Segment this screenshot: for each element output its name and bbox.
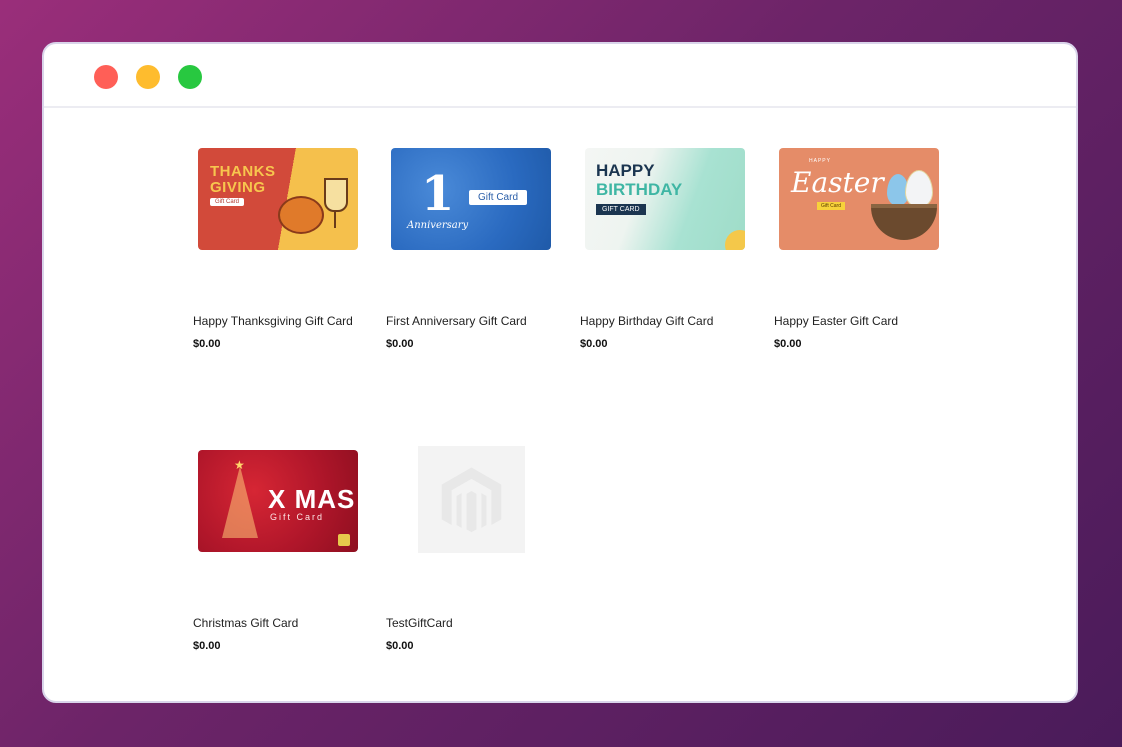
product-price: $0.00 (386, 640, 414, 652)
product-name-link[interactable]: TestGiftCard (386, 616, 453, 630)
window-titlebar (44, 44, 1076, 108)
card-line2-text: BIRTHDAY (596, 180, 683, 199)
card-tag-text: Gift Card (817, 202, 846, 210)
close-window-button[interactable] (94, 65, 118, 89)
gift-box-icon (338, 534, 350, 546)
nest-icon (871, 204, 937, 240)
product-name-link[interactable]: First Anniversary Gift Card (386, 314, 527, 328)
card-title-text: X MAS (268, 484, 356, 514)
product-price: $0.00 (193, 338, 221, 350)
wine-glass-stem-icon (334, 210, 336, 228)
card-small-text: HAPPY (809, 158, 831, 164)
pumpkin-icon (278, 196, 324, 234)
star-icon: ★ (234, 458, 245, 472)
product-name-link[interactable]: Happy Birthday Gift Card (580, 314, 713, 328)
card-sub-text: Anniversary (407, 220, 469, 231)
card-tag-text: Gift Card (210, 198, 245, 206)
card-line1-text: HAPPY (596, 161, 655, 180)
product-price: $0.00 (386, 338, 414, 350)
wine-glass-icon (324, 178, 348, 212)
easter-egg-icon (905, 170, 933, 208)
product-price: $0.00 (193, 640, 221, 652)
christmas-tree-icon (222, 466, 258, 538)
card-tag-text: GIFT CARD (596, 204, 646, 215)
anniversary-gift-card-image[interactable]: 1 Anniversary Gift Card (391, 148, 551, 250)
decorative-corner-icon (725, 230, 745, 250)
magento-logo-placeholder-icon (441, 467, 502, 533)
product-name-link[interactable]: Happy Easter Gift Card (774, 314, 898, 328)
card-title-text: THANKS GIVING (210, 163, 276, 196)
card-tag-text: Gift Card (270, 512, 325, 522)
product-name-link[interactable]: Christmas Gift Card (193, 616, 298, 630)
christmas-gift-card-image[interactable]: ★ X MAS Gift Card (198, 450, 358, 552)
thanksgiving-gift-card-image[interactable]: THANKS GIVING Gift Card (198, 148, 358, 250)
placeholder-product-image[interactable] (418, 446, 525, 553)
minimize-window-button[interactable] (136, 65, 160, 89)
browser-window: THANKS GIVING Gift Card Happy Thanksgivi… (42, 42, 1078, 703)
card-title-text: Easter (791, 166, 884, 199)
product-name-link[interactable]: Happy Thanksgiving Gift Card (193, 314, 353, 328)
product-price: $0.00 (774, 338, 802, 350)
product-price: $0.00 (580, 338, 608, 350)
card-number-text: 1 (421, 166, 455, 222)
card-tag-text: Gift Card (469, 190, 528, 205)
easter-gift-card-image[interactable]: HAPPY Easter Gift Card (779, 148, 939, 250)
birthday-gift-card-image[interactable]: HAPPY BIRTHDAY GIFT CARD (585, 148, 745, 250)
maximize-window-button[interactable] (178, 65, 202, 89)
